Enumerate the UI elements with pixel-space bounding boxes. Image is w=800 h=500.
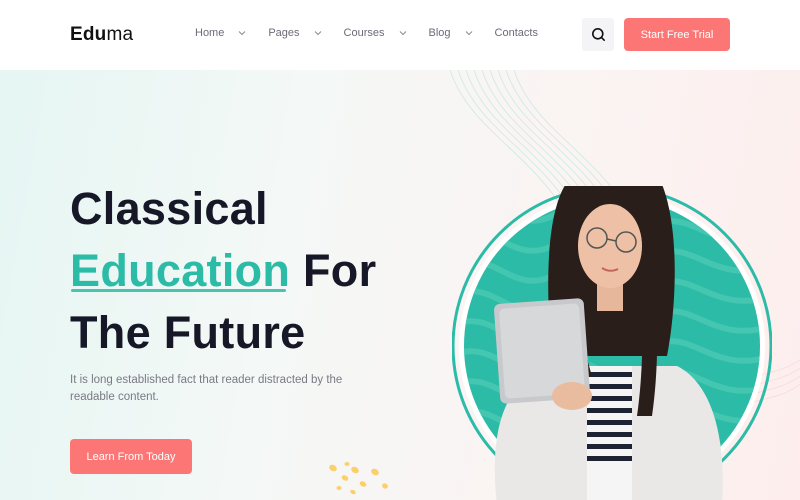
learn-from-today-button[interactable]: Learn From Today	[70, 439, 192, 474]
chevron-down-icon	[314, 31, 321, 36]
hero-title-line-1: Classical	[70, 183, 268, 234]
hero-title-line-2-rest: For	[290, 245, 377, 296]
chevron-down-icon	[238, 31, 246, 36]
search-button[interactable]	[582, 18, 614, 51]
nav-item-courses[interactable]: Courses	[344, 27, 407, 39]
nav-label: Pages	[268, 27, 300, 39]
hero-image	[452, 186, 772, 500]
nav-label: Contacts	[494, 27, 538, 39]
nav-label: Home	[195, 27, 225, 39]
accent-underline	[71, 289, 286, 292]
decorative-dots	[329, 462, 388, 495]
hero-description: It is long established fact that reader …	[70, 374, 343, 403]
logo[interactable]: Eduma	[70, 24, 133, 46]
search-icon	[591, 28, 605, 41]
hero-section: Classical Education For The Future It is…	[0, 70, 800, 500]
hero-title: Classical Education For The Future	[70, 178, 376, 364]
nav-item-contacts[interactable]: Contacts	[495, 27, 538, 39]
nav-item-blog[interactable]: Blog	[429, 27, 473, 39]
nav-label: Blog	[428, 27, 451, 39]
logo-bold-text: Edu	[70, 24, 107, 45]
nav-item-home[interactable]: Home	[195, 27, 246, 39]
hero-title-line-3: The Future	[70, 307, 306, 358]
chevron-down-icon	[399, 31, 406, 36]
hero-title-line-2: Education For	[70, 240, 376, 302]
main-nav: Home Pages Courses Blog Contacts	[195, 27, 560, 39]
logo-regular-text: ma	[106, 24, 134, 45]
nav-label: Courses	[343, 27, 385, 39]
nav-item-pages[interactable]: Pages	[268, 27, 321, 39]
site-header: Eduma Home Pages Courses Blog Contacts S…	[0, 0, 800, 70]
start-free-trial-button[interactable]: Start Free Trial	[624, 18, 730, 51]
chevron-down-icon	[465, 31, 472, 36]
